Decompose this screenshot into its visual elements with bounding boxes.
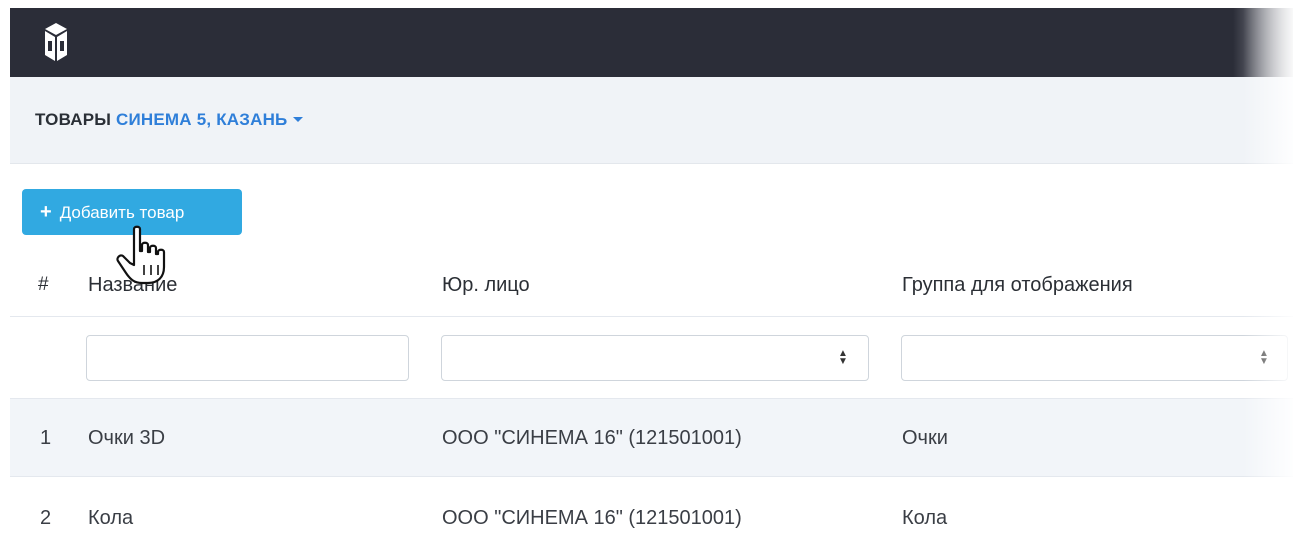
product-name-cell[interactable]: Кола: [88, 507, 133, 530]
column-header-number: #: [38, 274, 49, 295]
display-group-cell: Кола: [902, 507, 948, 529]
plus-icon: +: [40, 201, 52, 223]
column-header-legal-entity[interactable]: Юр. лицо: [442, 274, 530, 297]
row-number: 2: [40, 507, 52, 529]
legal-entity-filter-select[interactable]: [441, 335, 869, 381]
breadcrumb: ТОВАРЫ СИНЕМА 5, КАЗАНЬ: [35, 110, 304, 130]
app-window: ТОВАРЫ СИНЕМА 5, КАЗАНЬ + Добавить товар …: [10, 8, 1293, 551]
page-title: ТОВАРЫ: [35, 110, 112, 129]
legal-entity-cell: ООО "СИНЕМА 16" (121501001): [442, 507, 742, 529]
select-arrows-icon: ▲▼: [838, 348, 848, 367]
display-group-cell: Очки: [902, 427, 948, 449]
row-number: 1: [40, 427, 52, 449]
add-product-label: Добавить товар: [59, 203, 185, 222]
top-navbar: [10, 8, 1293, 77]
caret-down-icon: [293, 117, 304, 122]
display-group-filter-select[interactable]: [901, 335, 1288, 381]
location-dropdown[interactable]: СИНЕМА 5, КАЗАНЬ: [116, 110, 304, 129]
product-name-cell[interactable]: Очки 3D: [88, 427, 165, 450]
edge-fade: [1243, 8, 1293, 551]
column-header-display-group[interactable]: Группа для отображения: [902, 274, 1133, 297]
location-label: СИНЕМА 5, КАЗАНЬ: [116, 110, 288, 129]
hand-cursor-icon: [116, 225, 166, 285]
legal-entity-cell: ООО "СИНЕМА 16" (121501001): [442, 427, 742, 449]
cube-logo-icon[interactable]: [43, 21, 69, 63]
name-filter-input[interactable]: [86, 335, 409, 381]
